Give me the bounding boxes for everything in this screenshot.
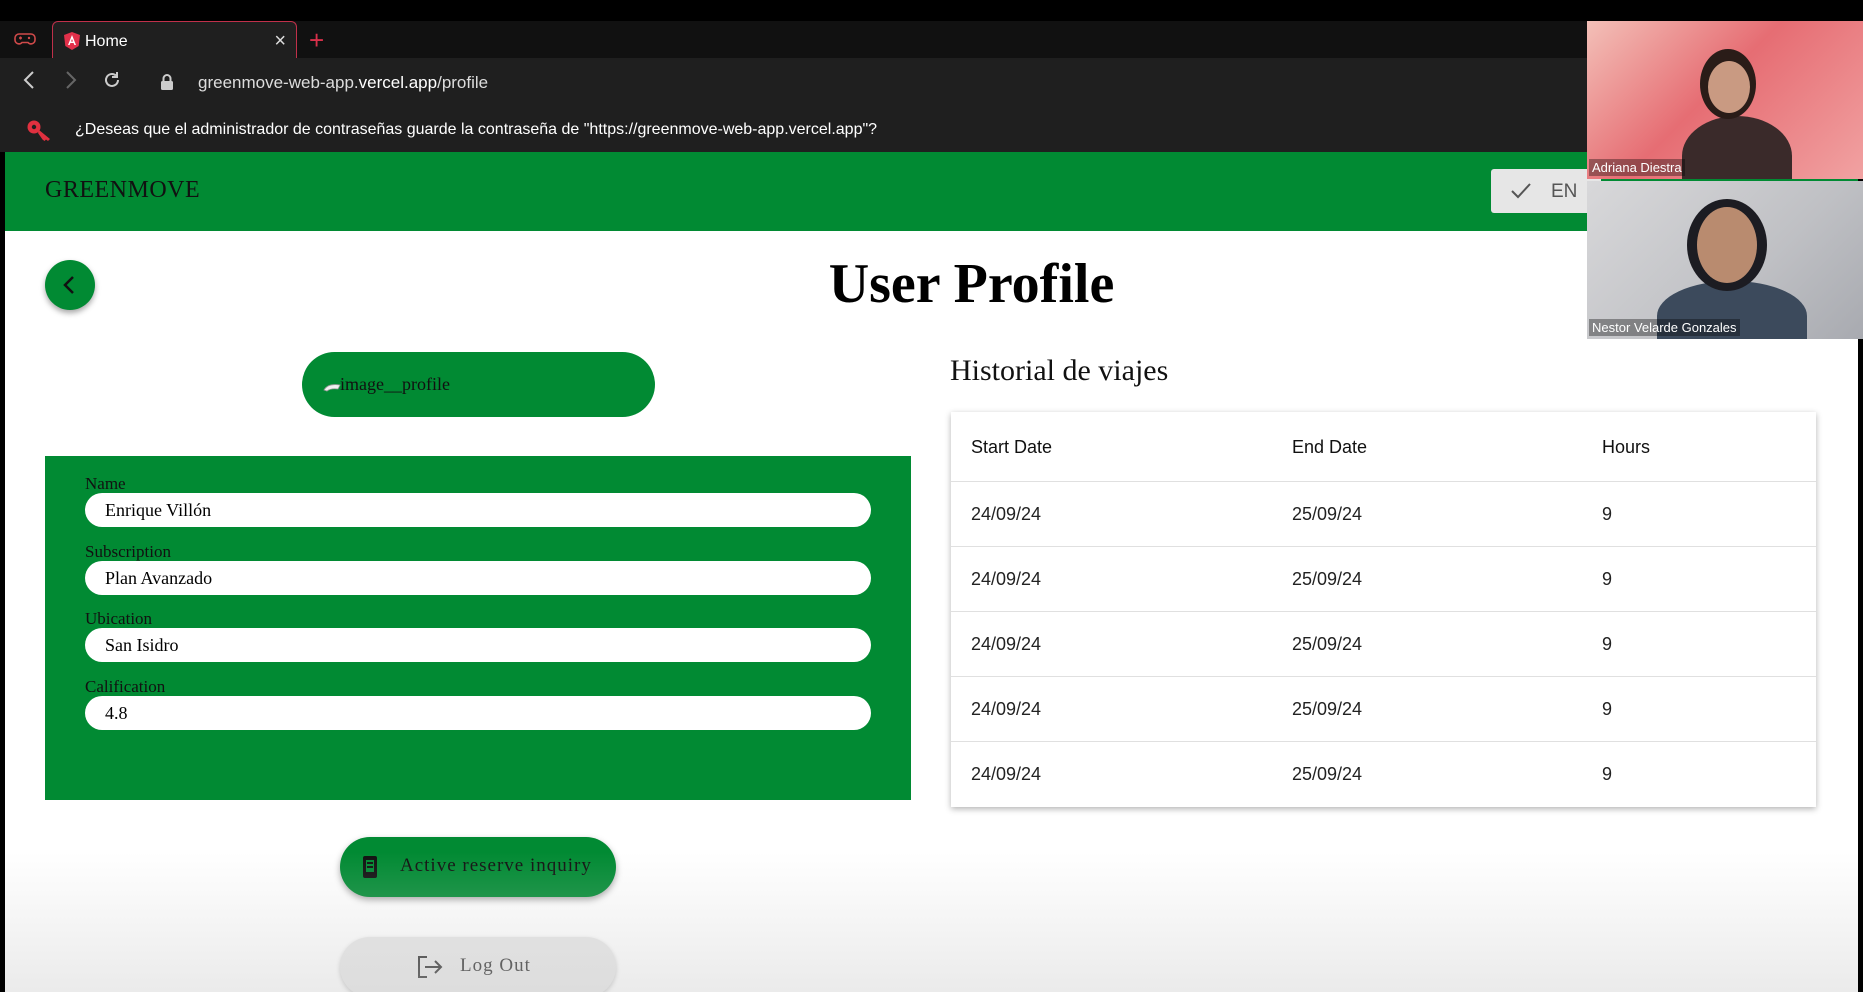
end-date-cell: 25/09/24 [1292, 569, 1363, 589]
hours-cell: 9 [1602, 504, 1613, 524]
column-header-start-date[interactable]: Start Date [971, 412, 1052, 482]
start-date-cell: 24/09/24 [971, 504, 1042, 524]
ubication-label: Ubication [85, 609, 153, 628]
table-header-row: Start Date End Date Hours [951, 412, 1816, 482]
lock-icon[interactable] [160, 73, 174, 91]
app-viewport: GREENMOVE EN User Profile image__profile… [5, 152, 1858, 992]
participant-face [1708, 61, 1750, 113]
url-domain: vercel.app [358, 73, 438, 92]
history-title: Historial de viajes [950, 354, 1169, 387]
table-row[interactable]: 24/09/24 25/09/24 9 [951, 677, 1816, 742]
brand-logo-text[interactable]: GREENMOVE [45, 177, 200, 204]
profile-info-card: Name Enrique Villón Subscription Plan Av… [45, 456, 911, 800]
video-tile-participant-2[interactable]: Nestor Velarde Gonzales [1587, 181, 1863, 339]
tab-title: Home [85, 33, 128, 50]
ubication-field[interactable]: San Isidro [85, 628, 871, 662]
browser-toolbar: greenmove-web-app.vercel.app/profile [0, 58, 1863, 108]
new-tab-icon[interactable]: + [309, 25, 324, 56]
address-bar[interactable]: greenmove-web-app.vercel.app/profile [198, 73, 488, 93]
end-date-cell: 25/09/24 [1292, 764, 1363, 784]
participant-face [1697, 207, 1757, 283]
name-label: Name [85, 474, 126, 493]
start-date-cell: 24/09/24 [971, 634, 1042, 654]
hours-cell: 9 [1602, 764, 1613, 784]
app-header: GREENMOVE EN [5, 152, 1858, 231]
active-reserve-inquiry-button[interactable]: Active reserve inquiry [340, 837, 616, 897]
calification-field[interactable]: 4.8 [85, 696, 871, 730]
broken-image-icon [323, 379, 341, 392]
close-icon[interactable]: × [274, 30, 286, 53]
start-date-cell: 24/09/24 [971, 764, 1042, 784]
language-toggle-button[interactable]: EN [1491, 169, 1601, 213]
participant-name: Adriana Diestra [1589, 159, 1685, 176]
angular-favicon-icon [62, 31, 82, 51]
password-prompt-text: ¿Deseas que el administrador de contrase… [75, 121, 878, 138]
language-label: EN [1551, 181, 1578, 202]
subscription-field[interactable]: Plan Avanzado [85, 561, 871, 595]
gamepad-icon[interactable] [14, 31, 42, 51]
column-header-end-date[interactable]: End Date [1292, 412, 1367, 482]
url-prefix: greenmove-web-app. [198, 73, 359, 92]
participant-silhouette [1682, 116, 1792, 179]
subscription-label: Subscription [85, 542, 171, 561]
bottom-fade-overlay [5, 852, 1858, 992]
table-row[interactable]: 24/09/24 25/09/24 9 [951, 742, 1816, 807]
start-date-cell: 24/09/24 [971, 699, 1042, 719]
end-date-cell: 25/09/24 [1292, 634, 1363, 654]
table-row[interactable]: 24/09/24 25/09/24 9 [951, 547, 1816, 612]
reload-icon[interactable] [102, 70, 122, 96]
participant-name: Nestor Velarde Gonzales [1589, 319, 1740, 336]
profile-image: image__profile [302, 352, 655, 417]
forward-arrow-icon[interactable] [64, 70, 78, 96]
column-header-hours[interactable]: Hours [1602, 412, 1650, 482]
browser-tabstrip: Home × + [0, 21, 1863, 60]
page-title: User Profile [828, 253, 1115, 315]
trip-history-table: Start Date End Date Hours 24/09/24 25/09… [951, 412, 1816, 807]
url-path: /profile [437, 73, 489, 92]
logout-button-label: Log Out [460, 955, 531, 976]
logout-icon [416, 954, 444, 980]
calification-label: Calification [85, 677, 166, 696]
tab-home[interactable]: Home × [52, 21, 297, 60]
hours-cell: 9 [1602, 569, 1613, 589]
reserve-button-label: Active reserve inquiry [400, 855, 592, 876]
name-field[interactable]: Enrique Villón [85, 493, 871, 527]
table-row[interactable]: 24/09/24 25/09/24 9 [951, 482, 1816, 547]
end-date-cell: 25/09/24 [1292, 504, 1363, 524]
end-date-cell: 25/09/24 [1292, 699, 1363, 719]
start-date-cell: 24/09/24 [971, 569, 1042, 589]
check-icon [1509, 179, 1533, 203]
back-arrow-icon[interactable] [22, 70, 36, 96]
phone-icon [362, 855, 378, 879]
hours-cell: 9 [1602, 699, 1613, 719]
logout-button[interactable]: Log Out [340, 937, 616, 992]
video-tile-participant-1[interactable]: Adriana Diestra [1587, 21, 1863, 179]
password-save-infobar: ¿Deseas que el administrador de contrase… [0, 108, 1863, 152]
table-row[interactable]: 24/09/24 25/09/24 9 [951, 612, 1816, 677]
hours-cell: 9 [1602, 634, 1613, 654]
key-icon [26, 118, 54, 142]
profile-image-alt-text: image__profile [340, 374, 450, 394]
